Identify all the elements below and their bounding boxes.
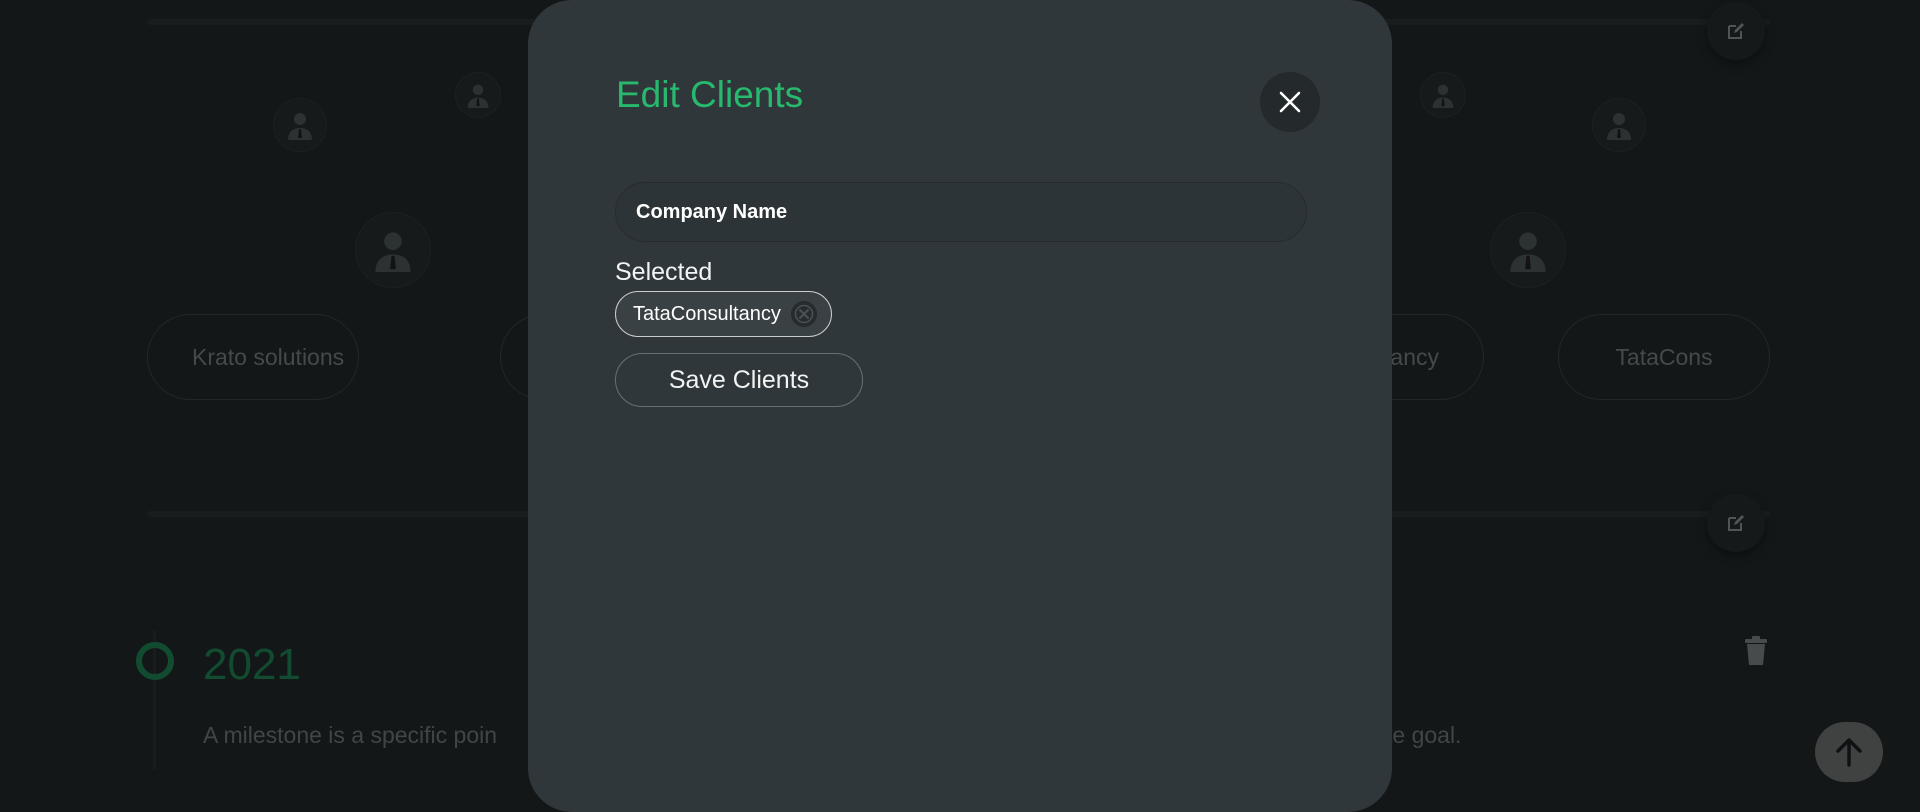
remove-chip-icon <box>794 304 814 324</box>
selected-label: Selected <box>615 258 713 286</box>
modal-title: Edit Clients <box>616 74 804 115</box>
close-icon <box>1279 91 1301 113</box>
chip-label: TataConsultancy <box>633 302 781 325</box>
company-name-input[interactable] <box>615 182 1307 242</box>
close-button[interactable] <box>1260 72 1320 132</box>
save-clients-button[interactable]: Save Clients <box>615 353 863 407</box>
remove-chip-button[interactable] <box>790 301 817 327</box>
selected-client-chip: TataConsultancy <box>615 291 832 337</box>
edit-clients-modal: Edit Clients Selected TataConsultancy Sa… <box>528 0 1392 812</box>
